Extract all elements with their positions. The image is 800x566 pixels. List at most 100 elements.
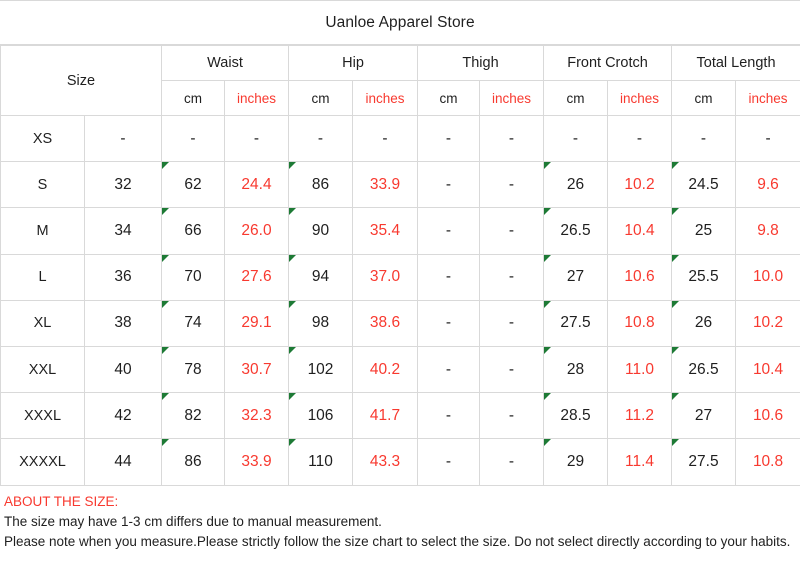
unit-header-total-length-cm: cm [671,80,737,116]
cell-size-label: XXL [0,345,85,394]
cell-thigh-inches: - [479,392,545,440]
cell-waist-inches: 26.0 [224,207,289,255]
unit-header-total-length-inches: inches [735,80,800,116]
cell-size-label: XXXXL [0,438,85,486]
cell-total-length-inches: 10.2 [735,299,800,347]
table-row: XXXL 42 82 32.3 106 41.7- -28.5 11.2 27 10.6 [0,392,800,440]
cell-front-crotch-inches: 10.2 [607,161,673,209]
cell-waist-inches: 29.1 [224,299,289,347]
cell-waist-inches: 33.9 [224,438,289,486]
cell-total-length-cm: 27 [671,392,737,440]
cell-total-length-inches: 10.0 [735,253,800,301]
cell-size-number: 44 [84,438,162,486]
cell-total-length-cm: 27.5 [671,438,737,486]
cell-hip-cm: - [288,114,353,163]
cell-waist-inches: 32.3 [224,392,289,440]
cell-front-crotch-cm: - [543,114,609,163]
cell-total-length-inches: 10.8 [735,438,800,486]
column-group-total-length: Total Length [671,45,800,81]
table-row: L 36 70 27.6 94 37.0- -27 10.6 25.5 10.0 [0,253,800,301]
page-title: Uanloe Apparel Store [325,13,475,31]
cell-hip-inches: 38.6 [351,299,419,347]
column-group-hip: Hip [287,45,419,81]
cell-hip-cm: 110 [288,438,353,486]
cell-waist-cm: 66 [161,207,225,255]
table-row: S 32 62 24.4 86 33.9- -26 10.2 24.5 9.6 [0,161,800,209]
cell-front-crotch-inches: 11.2 [607,392,673,440]
cell-total-length-cm: 26.5 [671,345,737,394]
cell-thigh-cm: - [417,438,481,486]
cell-thigh-inches: - [479,438,545,486]
cell-hip-inches: - [351,114,419,163]
cell-front-crotch-inches: 10.4 [607,207,673,255]
cell-hip-cm: 98 [288,299,353,347]
cell-hip-inches: 35.4 [351,207,419,255]
table-row: M 34 66 26.0 90 35.4- -26.5 10.4 25 9.8 [0,207,800,255]
cell-thigh-cm: - [417,253,481,301]
cell-total-length-cm: 24.5 [671,161,737,209]
cell-waist-cm: 62 [161,161,225,209]
cell-thigh-cm: - [417,161,481,209]
cell-front-crotch-cm: 26 [543,161,609,209]
cell-size-number: 32 [84,161,162,209]
cell-thigh-inches: - [479,161,545,209]
unit-header-hip-inches: inches [351,80,419,116]
cell-front-crotch-inches: 11.4 [607,438,673,486]
cell-waist-inches: - [224,114,289,163]
cell-size-label: M [0,207,85,255]
cell-front-crotch-inches: - [607,114,673,163]
cell-total-length-inches: 10.6 [735,392,800,440]
cell-size-label: XS [0,114,85,163]
cell-total-length-cm: 26 [671,299,737,347]
cell-hip-inches: 41.7 [351,392,419,440]
cell-front-crotch-cm: 26.5 [543,207,609,255]
notes-line-2: Please note when you measure.Please stri… [4,533,791,549]
cell-total-length-cm: 25 [671,207,737,255]
cell-thigh-cm: - [417,299,481,347]
cell-thigh-cm: - [417,392,481,440]
cell-front-crotch-cm: 28 [543,345,609,394]
cell-total-length-inches: 9.6 [735,161,800,209]
cell-waist-cm: 74 [161,299,225,347]
cell-size-number: - [84,114,162,163]
cell-hip-cm: 86 [288,161,353,209]
column-group-waist: Waist [161,45,289,81]
cell-front-crotch-cm: 27 [543,253,609,301]
cell-size-label: S [0,161,85,209]
cell-total-length-inches: - [735,114,800,163]
cell-hip-cm: 94 [288,253,353,301]
cell-hip-cm: 106 [288,392,353,440]
column-group-front-crotch: Front Crotch [543,45,673,81]
table-row: XXXXL 44 86 33.9 110 43.3- -29 11.4 27.5 10.8 [0,438,800,486]
cell-waist-cm: 82 [161,392,225,440]
table-body: XS - - - - - - - - - - - S 32 62 24.4 86 33.9- -26 10.2 24.5… [0,114,800,486]
cell-front-crotch-inches: 10.8 [607,299,673,347]
cell-thigh-inches: - [479,207,545,255]
store-title-band: Uanloe Apparel Store [0,0,800,45]
unit-header-hip-cm: cm [288,80,353,116]
table-row: XS - - - - - - - - - - - [0,114,800,163]
cell-size-number: 36 [84,253,162,301]
unit-header-waist-cm: cm [161,80,225,116]
cell-waist-cm: - [161,114,225,163]
cell-total-length-cm: - [671,114,737,163]
cell-front-crotch-cm: 29 [543,438,609,486]
cell-thigh-cm: - [417,114,481,163]
table-row: XXL 40 78 30.7 102 40.2- -28 11.0 26.5 10.4 [0,345,800,394]
cell-thigh-inches: - [479,299,545,347]
cell-thigh-inches: - [479,253,545,301]
unit-header-thigh-cm: cm [417,80,481,116]
column-group-thigh: Thigh [417,45,545,81]
cell-thigh-cm: - [417,345,481,394]
cell-total-length-inches: 9.8 [735,207,800,255]
cell-size-number: 34 [84,207,162,255]
cell-thigh-inches: - [479,114,545,163]
unit-header-thigh-inches: inches [479,80,545,116]
cell-hip-inches: 40.2 [351,345,419,394]
cell-waist-inches: 24.4 [224,161,289,209]
cell-hip-cm: 90 [288,207,353,255]
cell-hip-inches: 43.3 [351,438,419,486]
cell-front-crotch-inches: 11.0 [607,345,673,394]
cell-front-crotch-cm: 27.5 [543,299,609,347]
size-chart-sheet: Uanloe Apparel Store Size Waist Hip Thig… [0,0,800,566]
